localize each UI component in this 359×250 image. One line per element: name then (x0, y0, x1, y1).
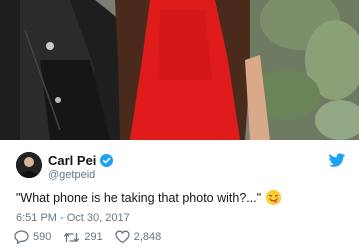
avatar[interactable] (16, 152, 42, 178)
tweet-text-row: "What phone is he taking that photo with… (16, 190, 282, 205)
twitter-bird-icon[interactable] (329, 153, 345, 167)
like-button[interactable]: 2,848 (115, 230, 162, 244)
heart-icon (115, 230, 130, 244)
tweet-card: Carl Pei @getpeid "What phone is he taki… (0, 140, 359, 250)
retweet-icon (64, 232, 80, 242)
author-handle[interactable]: @getpeid (48, 169, 95, 181)
face-savoring-food-emoji-icon (266, 190, 282, 205)
author-row: Carl Pei (48, 153, 114, 168)
tweet-timestamp[interactable]: 6:51 PM - Oct 30, 2017 (16, 212, 130, 224)
like-count: 2,848 (133, 231, 162, 243)
author-name[interactable]: Carl Pei (48, 153, 96, 168)
tweet-text: "What phone is he taking that photo with… (16, 190, 262, 205)
tweet-photo[interactable] (0, 0, 359, 140)
tweet-actions: 590 291 2,848 (14, 230, 173, 244)
reply-button[interactable]: 590 (14, 230, 51, 244)
reply-count: 590 (33, 231, 52, 243)
retweet-count: 291 (84, 231, 103, 243)
verified-badge-icon (100, 154, 114, 167)
reply-icon (14, 230, 29, 244)
retweet-button[interactable]: 291 (63, 231, 103, 244)
photo-illustration (0, 0, 359, 140)
